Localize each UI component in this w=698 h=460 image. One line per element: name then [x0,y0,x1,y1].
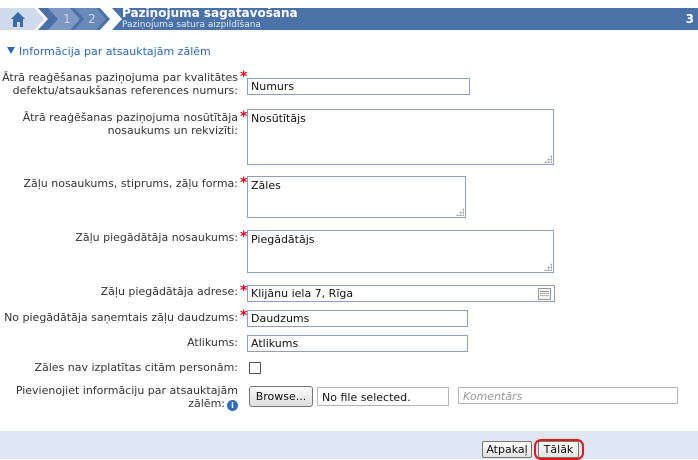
sender-textarea[interactable]: Nosūtītājs [247,109,554,165]
wizard-step-title: Paziņojuma sagatavošana [122,6,298,20]
remainder-input[interactable]: Atlikums [247,335,468,352]
supplier-name-textarea[interactable]: Piegādātājs [247,230,554,273]
wizard-step-chevrons [48,8,122,30]
sender-label-line1: Ātrā reaģēšanas paziņojuma nosūtītāja [22,111,238,124]
reference-label-line2: defektu/atsaukšanas references numurs: [12,84,238,97]
reference-label-line1: Ātrā reaģēšanas paziņojuma par kvalitāte… [2,71,238,84]
quantity-input[interactable]: Daudzums [247,310,468,327]
medicine-value: Zāles [251,179,281,192]
triangle-down-icon [7,47,15,54]
file-status-text: No file selected. [317,387,449,406]
reference-number-input[interactable]: Numurs [247,78,470,95]
sender-label: Ātrā reaģēšanas paziņojuma nosūtītāja no… [23,111,238,137]
reference-label: Ātrā reaģēšanas paziņojuma par kvalitāte… [2,71,238,97]
resize-grip-icon[interactable] [544,263,552,271]
wizard-step-2-label: 2 [88,12,96,26]
address-picker-icon[interactable] [538,288,551,300]
next-button-highlight [534,439,584,460]
attachment-label-text: zālēm: [188,397,225,410]
supplier-address-value: Klijānu iela 7, Rīga [251,287,354,300]
info-icon[interactable]: i [227,400,238,411]
wizard-step-1-label: 1 [63,12,71,26]
supplier-address-input[interactable]: Klijānu iela 7, Rīga [247,285,555,302]
wizard-header: 1 2 Paziņojuma sagatavošana Paziņojuma s… [0,0,698,40]
resize-grip-icon[interactable] [456,208,464,216]
section-title: Informācija par atsauktajām zālēm [19,45,211,58]
sender-label-line2: nosaukums un rekvizīti: [107,124,238,137]
not-distributed-label: Zāles nav izplatītas citām personām: [34,361,238,374]
footer-bar [0,431,698,459]
supplier-name-value: Piegādātājs [251,233,315,246]
section-toggle[interactable]: Informācija par atsauktajām zālēm [7,45,211,58]
not-distributed-checkbox[interactable] [249,362,261,374]
wizard-step-subtitle: Paziņojuma satura aizpildīšana [122,20,261,30]
browse-button[interactable]: Browse... [249,386,313,407]
quantity-label: No piegādātāja saņemtais zāļu daudzums: [4,311,238,324]
remainder-label: Atlikums: [187,336,238,349]
comment-input[interactable]: Komentārs [458,387,678,404]
medicine-textarea[interactable]: Zāles [247,176,466,218]
attachment-label-line2: zālēm: i [16,397,238,411]
back-button[interactable]: Atpakaļ [482,441,532,458]
supplier-address-label: Zāļu piegādātāja adrese: [100,285,238,298]
medicine-label: Zāļu nosaukums, stiprums, zāļu forma: [23,177,238,190]
wizard-step-3[interactable]: 3 [686,8,694,30]
resize-grip-icon[interactable] [544,155,552,163]
sender-value: Nosūtītājs [251,112,306,125]
attachment-label: Pievienojiet informāciju par atsauktajām… [16,384,238,411]
supplier-name-label: Zāļu piegādātāja nosaukums: [75,231,238,244]
attachment-label-line1: Pievienojiet informāciju par atsauktajām [15,384,238,397]
